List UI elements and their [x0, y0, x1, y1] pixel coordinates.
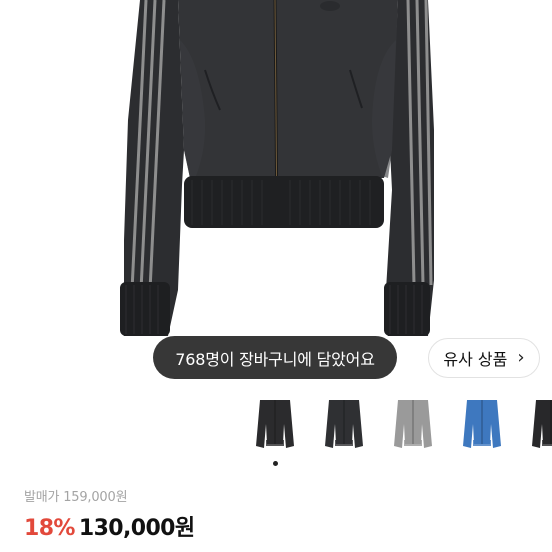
retail-price-label: 발매가 — [24, 490, 60, 505]
thumbnail-carousel[interactable] — [0, 394, 552, 464]
discount-percent: 18% — [24, 516, 75, 541]
retail-price-value: 159,000원 — [63, 490, 128, 505]
jacket-thumbnail-icon — [256, 400, 294, 448]
retail-price: 발매가 159,000원 — [24, 486, 128, 505]
thumbnail-2[interactable] — [319, 394, 369, 456]
thumbnail-3[interactable] — [388, 394, 438, 456]
similar-products-label: 유사 상품 — [443, 350, 508, 369]
jacket-thumbnail-icon — [463, 400, 501, 448]
sale-price-value: 130,000원 — [78, 516, 195, 541]
jacket-thumbnail-icon — [532, 400, 552, 448]
jacket-thumbnail-icon — [325, 400, 363, 448]
jacket-photo — [120, 0, 434, 336]
product-image[interactable] — [0, 0, 552, 385]
thumbnail-1[interactable] — [250, 394, 300, 456]
carousel-indicator-dot — [273, 461, 278, 466]
jacket-thumbnail-icon — [394, 400, 432, 448]
cart-count-toast: 768명이 장바구니에 담았어요 — [153, 336, 397, 379]
cart-count-text: 768명이 장바구니에 담았어요 — [175, 349, 375, 369]
thumbnail-5[interactable] — [526, 394, 552, 456]
similar-products-button[interactable]: 유사 상품 › — [428, 338, 540, 378]
chevron-right-icon: › — [517, 347, 525, 368]
thumbnail-4[interactable] — [457, 394, 507, 456]
sale-price: 18% 130,000원 — [24, 510, 195, 542]
